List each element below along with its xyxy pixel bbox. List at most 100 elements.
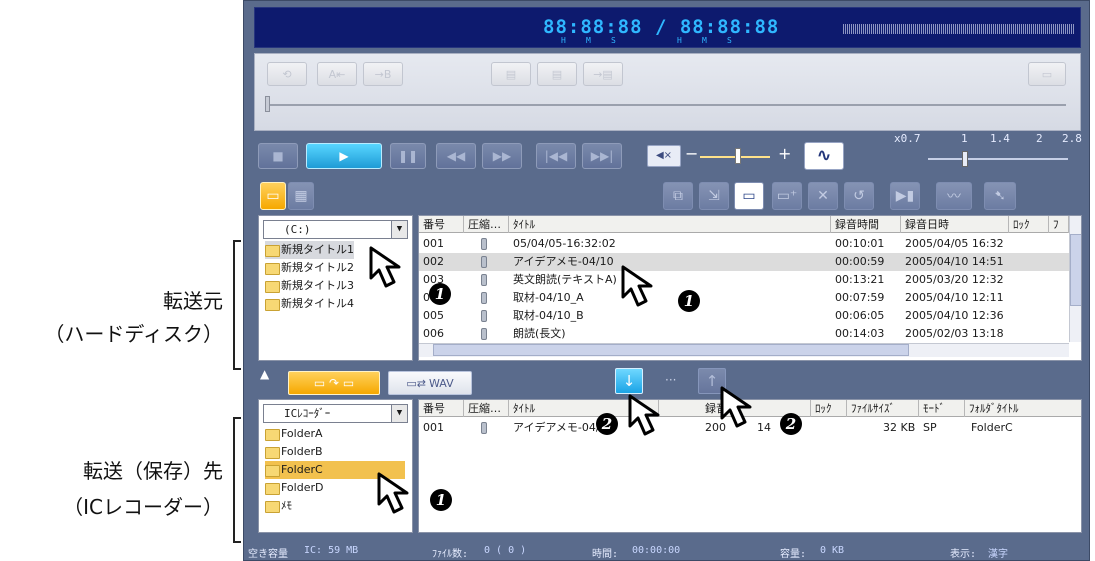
previous-track-button[interactable]: |◀◀	[536, 143, 576, 169]
table-row[interactable]: 006 朗読(長文) 00:14:03 2005/02/03 13:18	[419, 325, 1069, 343]
cell-date: 2005/04/10 12:36	[905, 309, 1004, 322]
transfer-folder-button[interactable]: ▭ ↷ ▭	[288, 371, 380, 395]
pointer-cursor-icon	[369, 246, 401, 288]
table-row[interactable]: 005 取材-04/10_B 00:06:05 2005/04/10 12:36	[419, 307, 1069, 325]
seek-bar[interactable]	[269, 104, 1066, 106]
compress-icon	[481, 274, 487, 286]
waveform-icon[interactable]: 〰	[936, 182, 972, 210]
undo-icon[interactable]: ↺	[844, 182, 874, 210]
col-lock[interactable]: ﾛｯｸ	[1009, 216, 1049, 233]
cell-title: 朗読(長文)	[513, 327, 566, 340]
cell-date: 2005/04/10 14:51	[905, 255, 1004, 268]
step-badge-2: 2	[780, 413, 802, 435]
folder-item[interactable]: FolderB	[265, 443, 323, 461]
free-space-label: 空き容量	[248, 549, 288, 560]
add-index-button[interactable]: ▤	[491, 62, 531, 86]
speed-slider[interactable]	[928, 158, 1068, 160]
folder-item[interactable]: 新規タイトル3	[265, 277, 354, 295]
chevron-down-icon[interactable]: ▼	[391, 405, 407, 422]
speed-tick: 1.4	[990, 132, 1010, 145]
send-icon[interactable]: ➷	[984, 182, 1016, 210]
col-file[interactable]: ﾌ	[1049, 216, 1069, 233]
divide-button[interactable]: ▭	[1028, 62, 1066, 86]
ic-drive-select[interactable]: ICﾚｺｰﾀﾞｰ ▼	[263, 404, 408, 423]
hscroll-thumb[interactable]	[433, 344, 909, 356]
col-mode[interactable]: ﾓｰﾄﾞ	[919, 400, 965, 417]
noise-cut-button[interactable]: ∿	[804, 142, 844, 170]
pause-button[interactable]: ❚❚	[390, 143, 426, 169]
col-size[interactable]: ﾌｧｲﾙｻｲｽﾞ	[847, 400, 919, 417]
convert-wav-button[interactable]: ▭⇄ WAV	[388, 371, 472, 395]
cell-title: 取材-04/10_B	[513, 309, 584, 322]
rewind-button[interactable]: ◀◀	[436, 143, 476, 169]
mute-icon[interactable]: ◀×	[647, 145, 681, 167]
next-track-button[interactable]: ▶▶|	[582, 143, 622, 169]
folder-item[interactable]: FolderA	[265, 425, 323, 443]
speed-tick: 2.8	[1062, 132, 1082, 145]
move-icon[interactable]: ⇲	[699, 182, 729, 210]
cell-number: 005	[423, 309, 444, 322]
status-bar: 空き容量 IC: 59 MB ﾌｧｲﾙ数: 0 ( 0 ) 時間: 00:00:…	[244, 541, 1089, 560]
compress-icon	[481, 292, 487, 304]
col-compress[interactable]: 圧縮…	[464, 216, 509, 233]
new-folder-icon[interactable]: ▭⁺	[772, 182, 802, 210]
col-number[interactable]: 番号	[419, 216, 464, 233]
calendar-view-icon[interactable]: ▦	[288, 182, 314, 210]
table-row[interactable]: 002 アイデアメモ-04/10 00:00:59 2005/04/10 14:51	[419, 253, 1069, 271]
size-value: 0 KB	[820, 545, 845, 556]
compress-icon	[481, 310, 487, 322]
col-compress[interactable]: 圧縮…	[464, 400, 509, 417]
speed-knob[interactable]	[962, 151, 968, 167]
merge-icon[interactable]: ▶▮	[890, 182, 920, 210]
edit-toolbar: ⟲ A⇤ →B ▤ ▤ →▤ ▭	[254, 53, 1081, 131]
transfer-down-button[interactable]: ↓	[615, 368, 643, 394]
stop-button[interactable]: ■	[258, 143, 298, 169]
collapse-icon[interactable]: ▲	[260, 367, 269, 381]
speed-tick: 1	[961, 132, 968, 145]
hdd-drive-select[interactable]: (C:) ▼	[263, 220, 408, 239]
seek-knob[interactable]	[265, 96, 270, 112]
fast-forward-button[interactable]: ▶▶	[482, 143, 522, 169]
scroll-thumb[interactable]	[1070, 234, 1081, 306]
col-title[interactable]: ﾀｲﾄﾙ	[509, 216, 831, 233]
cell-title: アイデアメモ-04/	[513, 421, 600, 434]
folder-item[interactable]: 新規タイトル1	[265, 241, 354, 259]
col-lock[interactable]: ﾛｯｸ	[811, 400, 847, 417]
properties-icon[interactable]: ▭	[734, 182, 764, 210]
table-row[interactable]: 003 英文朗読(テキストA) 00:13:21 2005/03/20 12:32	[419, 271, 1069, 289]
col-folder[interactable]: ﾌｫﾙﾀﾞﾀｲﾄﾙ	[965, 400, 1081, 417]
repeat-button[interactable]: ⟲	[267, 62, 307, 86]
folder-item[interactable]: 新規タイトル4	[265, 295, 354, 313]
folder-item[interactable]: 新規タイトル2	[265, 259, 354, 277]
pointer-cursor-icon	[621, 265, 653, 307]
compress-icon	[481, 256, 487, 268]
cell-date: 2005/03/20 12:32	[905, 273, 1004, 286]
cell-title: 英文朗読(テキストA)	[513, 273, 617, 286]
copy-icon[interactable]: ⧉	[663, 182, 693, 210]
table-row[interactable]: 001 05/04/05-16:32:02 00:10:01 2005/04/05 1…	[419, 235, 1069, 253]
b-point-button[interactable]: →B	[363, 62, 403, 86]
lcd-display: 88:88:88 / 88:88:88 H M S H M S	[254, 7, 1081, 48]
delete-index-button[interactable]: ▤	[537, 62, 577, 86]
folder-item[interactable]: FolderD	[265, 479, 323, 497]
cell-size: 32 KB	[883, 421, 916, 434]
drive-label: (C:)	[284, 223, 311, 236]
table-row[interactable]: 004取材-04/10_A00:07:592005/04/10 12:11	[419, 289, 1069, 307]
ab-repeat-button[interactable]: A⇤	[317, 62, 357, 86]
col-date[interactable]: 録音日時	[901, 216, 1009, 233]
col-number[interactable]: 番号	[419, 400, 464, 417]
display-value[interactable]: 漢字	[988, 545, 1008, 560]
cell-duration: 00:07:59	[835, 291, 885, 304]
time-readout: 88:88:88 / 88:88:88	[543, 16, 780, 38]
chevron-down-icon[interactable]: ▼	[391, 221, 407, 238]
volume-knob[interactable]	[735, 148, 741, 164]
cell-title: 05/04/05-16:32:02	[513, 237, 616, 250]
folder-item[interactable]: ﾒﾓ	[265, 497, 292, 515]
cell-folder: FolderC	[971, 421, 1013, 434]
col-duration[interactable]: 録音時間	[831, 216, 901, 233]
play-button[interactable]: ▶	[306, 143, 382, 169]
delete-icon[interactable]: ✕	[808, 182, 838, 210]
folder-view-icon[interactable]: ▭	[260, 182, 286, 210]
pointer-cursor-icon	[628, 394, 660, 436]
next-index-button[interactable]: →▤	[583, 62, 623, 86]
